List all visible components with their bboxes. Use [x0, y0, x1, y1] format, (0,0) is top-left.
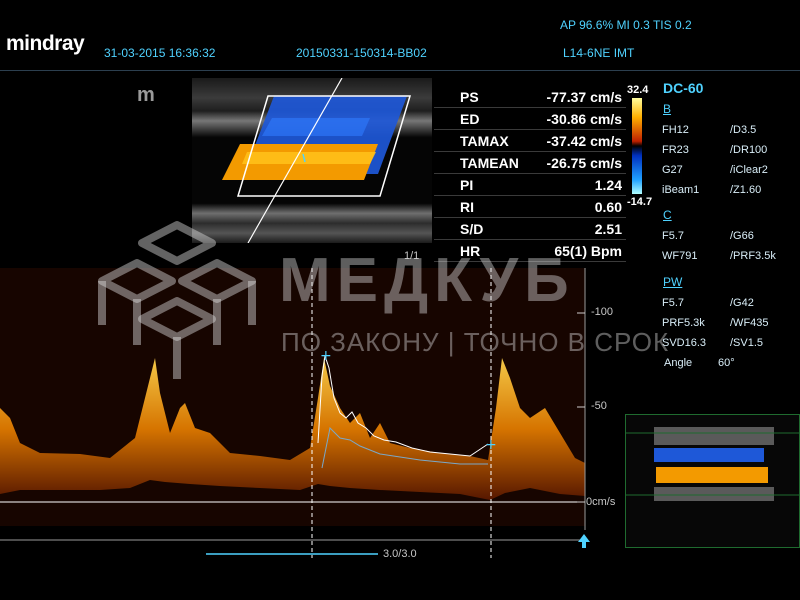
meas-row: HR 65(1) Bpm [434, 240, 626, 262]
meas-row: TAMAX -37.42 cm/s [434, 130, 626, 152]
reference-thumbnail[interactable] [625, 414, 800, 548]
exam-id: 20150331-150314-BB02 [296, 46, 427, 60]
b-param: FR23 [662, 144, 689, 156]
b-section-label[interactable]: B [663, 102, 671, 116]
pw-param: /SV1.5 [730, 337, 764, 349]
b-param: /D3.5 [730, 124, 757, 136]
meas-row: RI 0.60 [434, 196, 626, 218]
meas-label: PI [460, 177, 474, 193]
meas-value: 2.51 [594, 221, 622, 237]
meas-label: ED [460, 111, 480, 127]
pw-param: F5.7 [662, 297, 685, 309]
scale-label-minus-50: -50 [591, 400, 607, 412]
angle-value: 60° [718, 357, 735, 369]
b-param: /iClear2 [730, 164, 768, 176]
meas-value: -77.37 cm/s [546, 89, 623, 105]
peak-marker[interactable]: + [320, 348, 332, 364]
c-param: F5.7 [662, 230, 685, 242]
baseline-arrow-icon[interactable] [578, 534, 590, 548]
probe-preset: L14-6NE IMT [563, 46, 635, 60]
meas-value: 0.60 [594, 199, 622, 215]
color-bar-min: -14.7 [627, 196, 653, 208]
spectrum-waveform [0, 358, 585, 500]
b-param: /Z1.60 [730, 184, 762, 196]
meas-label: RI [460, 199, 474, 215]
end-marker[interactable]: + [485, 437, 497, 453]
b-param: /DR100 [730, 144, 768, 156]
color-bar-max: 32.4 [627, 84, 649, 96]
c-param: /G66 [730, 230, 754, 242]
b-param: iBeam1 [662, 184, 700, 196]
meas-label: PS [460, 89, 479, 105]
measurement-table: PS -77.37 cm/s ED -30.86 cm/s TAMAX -37.42 … [434, 86, 626, 262]
meas-value: -30.86 cm/s [546, 111, 623, 127]
c-section-label[interactable]: C [663, 208, 672, 222]
angle-label: Angle [664, 357, 693, 369]
c-param: /PRF3.5k [730, 250, 776, 262]
meas-row: S/D 2.51 [434, 218, 626, 240]
pw-param: /G42 [730, 297, 754, 309]
pw-section-label[interactable]: PW [663, 275, 682, 289]
meas-value: -37.42 cm/s [546, 133, 623, 149]
meas-label: HR [460, 243, 481, 259]
color-velocity-bar [632, 98, 642, 194]
doppler-spectrum: + + [0, 268, 590, 558]
meas-label: S/D [460, 221, 484, 237]
color-doppler-overlay [222, 78, 412, 243]
header-divider [0, 70, 800, 71]
pw-param: /WF435 [730, 317, 769, 329]
thumbnail-image [626, 427, 799, 501]
meas-value: 65(1) Bpm [554, 243, 622, 259]
meas-row: PS -77.37 cm/s [434, 86, 626, 108]
scale-label-minus-100: -100 [591, 306, 614, 318]
pw-param: PRF5.3k [662, 317, 705, 329]
scale-label-zero: 0cm/s [586, 496, 616, 508]
b-param: FH12 [662, 124, 689, 136]
brand-logo: mindray [6, 32, 85, 55]
sweep-speed-label: 3.0/3.0 [383, 548, 417, 560]
c-param: WF791 [662, 250, 698, 262]
acoustic-power-info: AP 96.6% MI 0.3 TIS 0.2 [560, 18, 692, 32]
pw-param: SVD16.3 [662, 337, 707, 349]
meas-row: PI 1.24 [434, 174, 626, 196]
meas-value: 1.24 [594, 177, 622, 193]
meas-label: TAMEAN [460, 155, 519, 171]
meas-row: TAMEAN -26.75 cm/s [434, 152, 626, 174]
preset-title: DC-60 [663, 80, 704, 96]
bmode-image[interactable] [192, 78, 432, 243]
bmode-range-label: 1/1 [404, 250, 420, 262]
meas-value: -26.75 cm/s [546, 155, 623, 171]
m-logo-mark: m [137, 84, 155, 106]
meas-row: ED -30.86 cm/s [434, 108, 626, 130]
b-param: G27 [662, 164, 683, 176]
exam-datetime: 31-03-2015 16:36:32 [104, 46, 216, 60]
meas-label: TAMAX [460, 133, 509, 149]
